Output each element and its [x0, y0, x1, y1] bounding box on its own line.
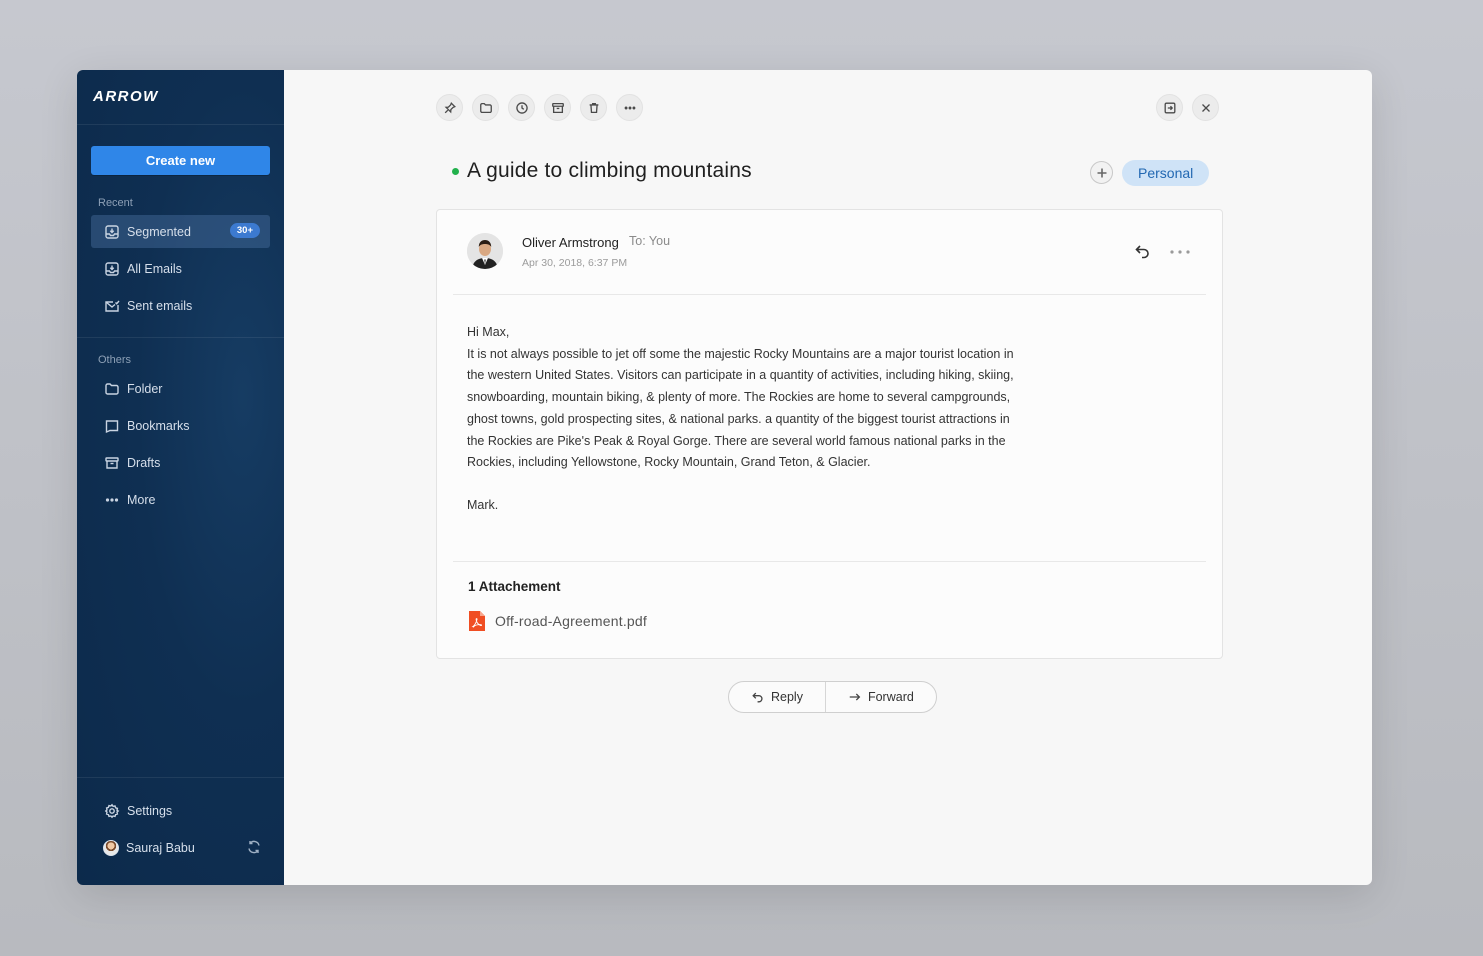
email-greeting: Hi Max,	[467, 325, 510, 339]
archive-icon	[103, 454, 121, 472]
attachment-item[interactable]: Off-road-Agreement.pdf	[468, 610, 647, 632]
sync-icon[interactable]	[246, 839, 262, 858]
sidebar-item-sent-emails[interactable]: Sent emails	[91, 289, 270, 322]
email-view: A guide to climbing mountains Personal O…	[284, 70, 1372, 885]
app-window: ARROW Create new Recent Segmented 30+ Al…	[77, 70, 1372, 885]
user-avatar	[103, 839, 119, 856]
card-divider	[453, 561, 1206, 562]
bookmark-icon	[103, 417, 121, 435]
reply-label: Reply	[771, 690, 803, 704]
email-card: Oliver Armstrong To: You Apr 30, 2018, 6…	[436, 209, 1223, 659]
sidebar-item-label: More	[127, 492, 156, 507]
more-options-button[interactable]	[616, 94, 643, 121]
attachment-filename: Off-road-Agreement.pdf	[495, 613, 647, 629]
email-subject: A guide to climbing mountains	[467, 159, 752, 182]
delete-button[interactable]	[580, 94, 607, 121]
body-line: the Rockies are Pike's Peak & Royal Gorg…	[467, 433, 1006, 448]
inbox-download-icon	[103, 260, 121, 278]
attachment-count: 1 Attachement	[468, 579, 561, 594]
gear-icon	[103, 802, 121, 820]
sidebar-item-label: Folder	[127, 381, 163, 396]
pdf-file-icon	[469, 611, 485, 631]
others-section-label: Others	[98, 354, 132, 366]
sidebar-divider	[77, 124, 284, 125]
mail-sent-icon	[103, 297, 121, 315]
more-dots-icon	[624, 106, 635, 109]
email-more-button[interactable]	[1169, 243, 1191, 261]
body-line: snowboarding, mountain biking, & plenty …	[467, 390, 1011, 405]
close-icon	[1201, 103, 1210, 112]
plus-icon	[1097, 168, 1106, 177]
sidebar-item-folder[interactable]: Folder	[91, 372, 270, 405]
sidebar-item-label: Sent emails	[127, 298, 193, 313]
inbox-icon	[103, 223, 121, 241]
folder-icon	[103, 380, 121, 398]
sidebar-item-segmented[interactable]: Segmented 30+	[91, 215, 270, 248]
reply-icon	[752, 692, 763, 703]
sidebar-divider	[77, 337, 284, 338]
open-external-button[interactable]	[1156, 94, 1183, 121]
sidebar-item-label: All Emails	[127, 261, 182, 276]
forward-label: Forward	[867, 690, 914, 704]
unread-count-badge: 30+	[229, 223, 260, 238]
user-name: Sauraj Babu	[126, 840, 195, 855]
body-line: Rockies, including Yellowstone, Rocky Mo…	[467, 455, 871, 470]
sidebar-item-label: Drafts	[127, 455, 161, 470]
more-dots-icon	[1170, 250, 1190, 254]
sidebar-item-label: Bookmarks	[127, 418, 190, 433]
sidebar-item-label: Segmented	[127, 224, 191, 239]
email-signature: Mark.	[467, 498, 499, 513]
body-line: It is not always possible to jet off som…	[467, 346, 1014, 361]
reply-icon-button[interactable]	[1134, 242, 1152, 265]
more-dots-icon	[103, 491, 121, 509]
sidebar-item-all-emails[interactable]: All Emails	[91, 252, 270, 285]
user-profile[interactable]: Sauraj Babu	[91, 831, 270, 864]
pin-button[interactable]	[436, 94, 463, 121]
clock-icon	[515, 101, 528, 114]
snooze-button[interactable]	[508, 94, 535, 121]
archive-icon	[551, 102, 564, 113]
recipient-label: To: You	[629, 234, 671, 248]
body-line: the western United States. Visitors can …	[467, 368, 1014, 383]
reply-button[interactable]: Reply	[729, 682, 825, 712]
card-divider	[453, 294, 1206, 295]
sidebar-item-settings[interactable]: Settings	[91, 794, 270, 827]
reply-icon	[1135, 245, 1149, 259]
sent-timestamp: Apr 30, 2018, 6:37 PM	[522, 257, 628, 269]
sidebar-item-drafts[interactable]: Drafts	[91, 446, 270, 479]
app-logo: ARROW	[93, 88, 159, 105]
sidebar-divider	[77, 777, 284, 778]
sender-avatar	[467, 233, 503, 269]
pin-icon	[444, 101, 456, 113]
status-dot	[452, 167, 459, 175]
body-line: ghost towns, gold prospecting sites, & n…	[467, 411, 1010, 426]
trash-icon	[589, 102, 598, 113]
arrow-right-icon	[849, 693, 861, 701]
tag-personal[interactable]: Personal	[1122, 160, 1210, 186]
archive-button[interactable]	[544, 94, 571, 121]
reply-forward-group: Reply Forward	[728, 681, 937, 713]
expand-icon	[1164, 102, 1175, 113]
email-body: Hi Max, It is not always possible to jet…	[467, 322, 1077, 517]
sidebar-item-label: Settings	[127, 803, 173, 818]
sidebar-item-bookmarks[interactable]: Bookmarks	[91, 409, 270, 442]
move-to-folder-button[interactable]	[472, 94, 499, 121]
sender-name: Oliver Armstrong	[522, 235, 619, 250]
forward-button[interactable]: Forward	[824, 682, 936, 712]
close-button[interactable]	[1192, 94, 1219, 121]
folder-icon	[479, 102, 492, 113]
sidebar: ARROW Create new Recent Segmented 30+ Al…	[77, 70, 284, 885]
email-title-row: A guide to climbing mountains	[452, 159, 752, 183]
add-tag-button[interactable]	[1090, 161, 1113, 184]
recent-section-label: Recent	[98, 197, 133, 209]
sidebar-item-more[interactable]: More	[91, 483, 270, 516]
create-new-button[interactable]: Create new	[91, 146, 270, 175]
